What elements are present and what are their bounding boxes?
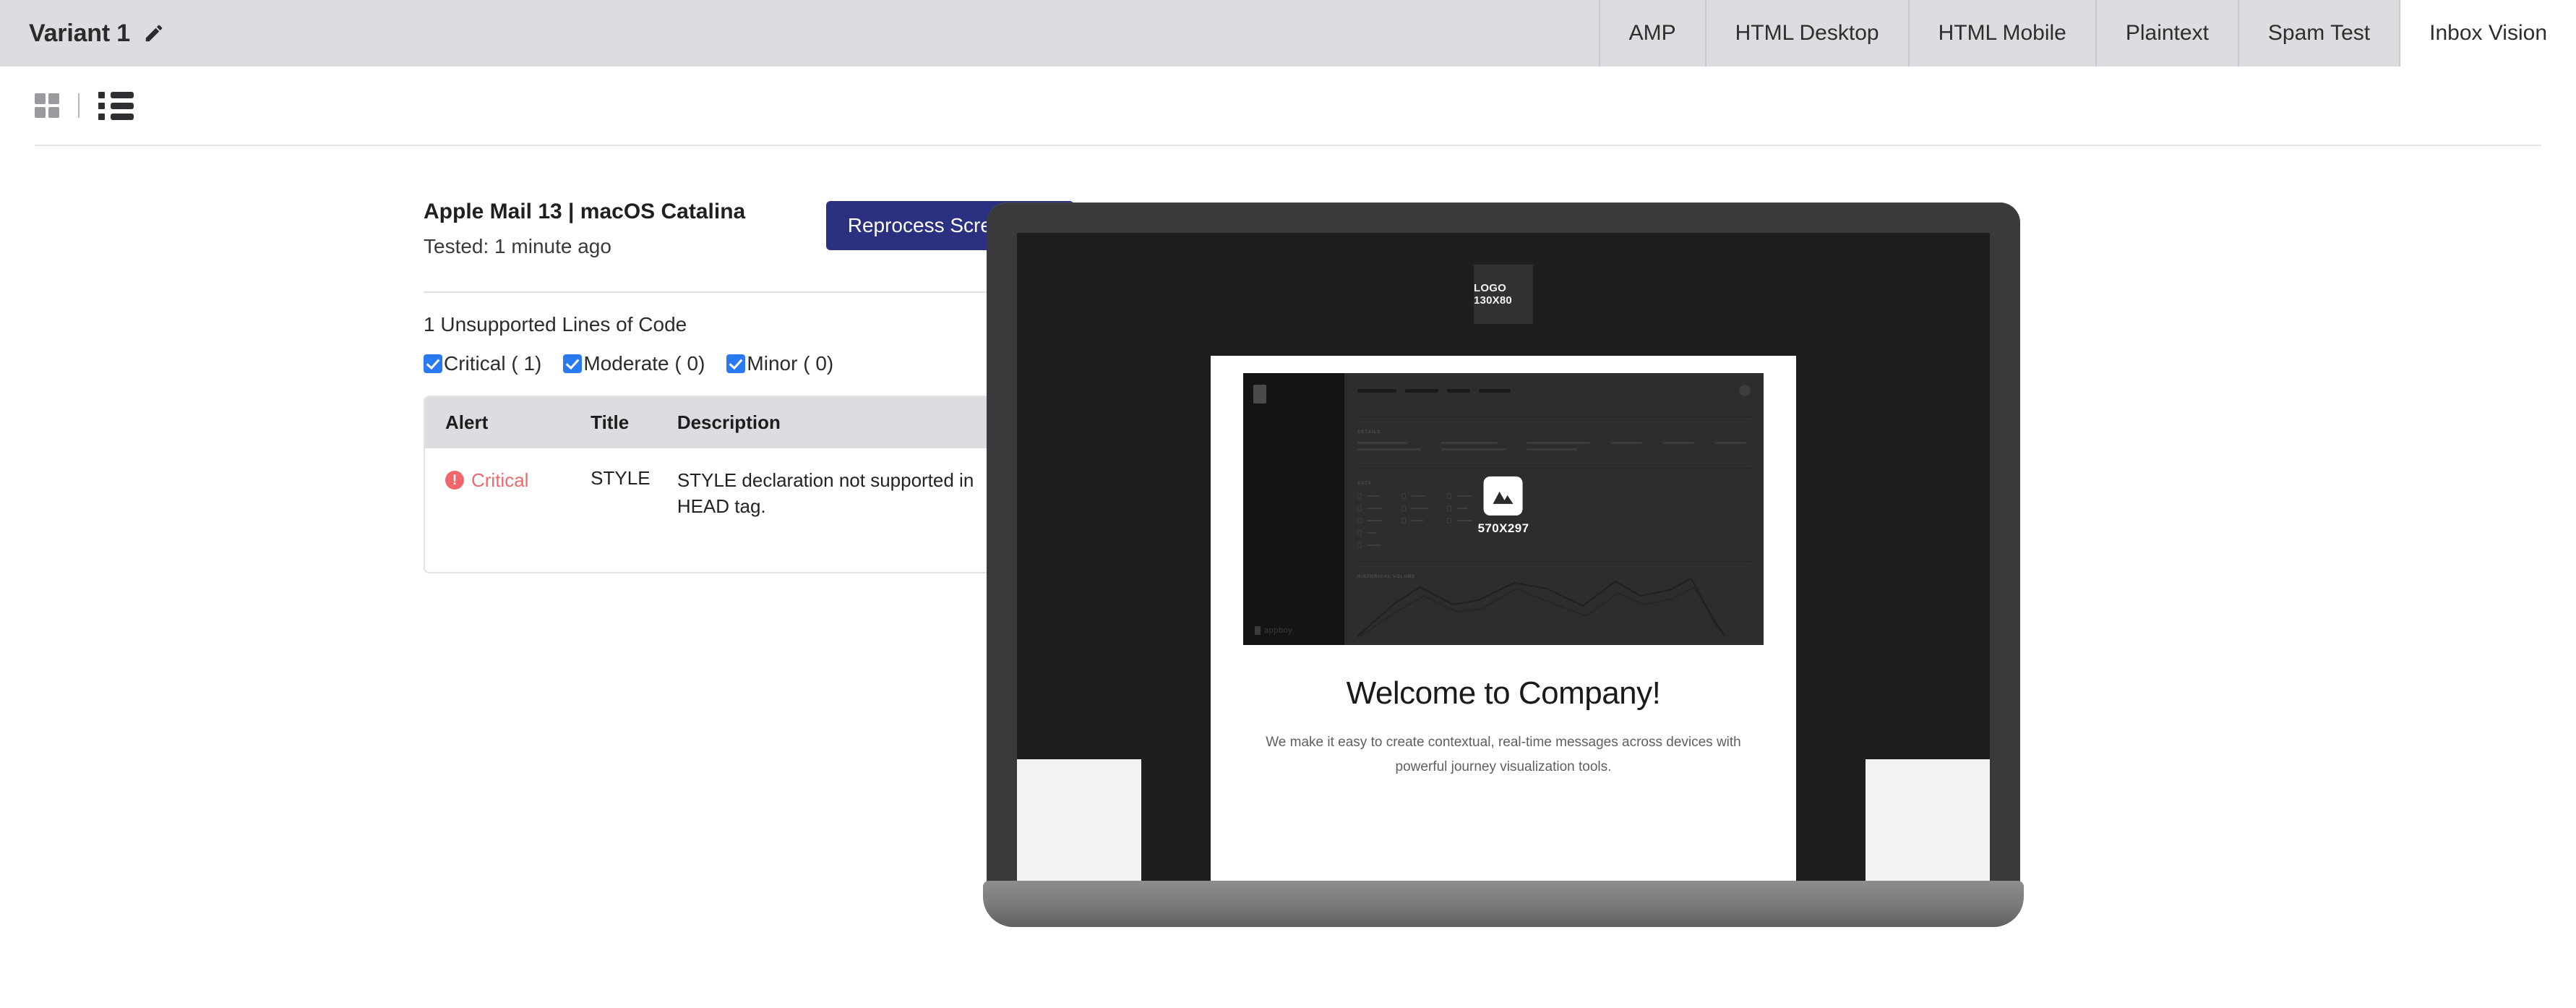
dashboard-sidebar: appboy — [1243, 373, 1344, 645]
critical-checkbox[interactable] — [424, 354, 442, 373]
column-header-alert: Alert — [445, 411, 489, 433]
grid-cell — [35, 107, 46, 118]
details-fields — [1357, 442, 1751, 455]
cell-alert: ! Critical — [425, 448, 591, 573]
column-header-title: Title — [591, 411, 630, 433]
grid-cell — [35, 93, 46, 104]
filter-moderate[interactable]: Moderate ( 0) — [563, 352, 705, 375]
tab-label: Spam Test — [2267, 21, 2371, 45]
tab-inbox-vision[interactable]: Inbox Vision — [2399, 0, 2576, 67]
client-name: Apple Mail 13 | macOS Catalina — [424, 200, 746, 223]
minor-checkbox[interactable] — [726, 354, 746, 373]
column-header-description: Description — [677, 411, 781, 433]
image-placeholder-badge: 570X297 — [1477, 476, 1529, 536]
welcome-heading: Welcome to Company! — [1346, 675, 1661, 711]
tab-html-desktop[interactable]: HTML Desktop — [1704, 0, 1908, 67]
welcome-body-text: We make it easy to create contextual, re… — [1266, 735, 1741, 774]
tab-label: HTML Desktop — [1735, 21, 1879, 45]
severity-label: Critical — [471, 469, 529, 491]
description-text: STYLE declaration not supported in HEAD … — [677, 469, 974, 518]
image-dimensions: 570X297 — [1477, 521, 1529, 535]
filter-label: Critical ( 1) — [444, 351, 542, 375]
cell-title: STYLE — [591, 466, 651, 489]
tab-label: HTML Mobile — [1938, 21, 2066, 45]
toolbar-separator — [78, 93, 80, 118]
laptop-base — [983, 881, 2024, 927]
dashboard-topbar — [1344, 373, 1764, 408]
list-row — [98, 113, 134, 120]
hero-image-placeholder: appboy DETAILS DATA HISTORICAL VOLUME 57… — [1243, 373, 1764, 645]
variant-name-block: Variant 1 — [0, 0, 166, 67]
email-body: appboy DETAILS DATA HISTORICAL VOLUME 57… — [1211, 356, 1796, 882]
dashboard-logo-mark — [1253, 385, 1266, 403]
data-label: DATA — [1357, 482, 1372, 486]
dashboard-brand-mark: appboy — [1255, 626, 1292, 635]
tab-label: Inbox Vision — [2429, 21, 2547, 45]
list-row — [98, 102, 134, 109]
image-placeholder-icon — [1484, 476, 1523, 516]
view-tabs: AMP HTML Desktop HTML Mobile Plaintext S… — [1598, 0, 2576, 67]
variant-title: Variant 1 — [29, 19, 130, 47]
top-tab-bar: Variant 1 AMP HTML Desktop HTML Mobile P… — [0, 0, 2576, 67]
historical-volume-chart — [1357, 577, 1725, 638]
grid-view-icon[interactable] — [35, 93, 59, 118]
laptop-screen[interactable]: LOGO 130X80 appboy DETAILS DATA HISTORIC… — [1017, 233, 1990, 882]
moderate-checkbox[interactable] — [563, 354, 583, 373]
view-toggle-toolbar — [0, 67, 2576, 145]
grid-cell — [48, 107, 59, 118]
status-badge: ! Critical — [445, 469, 528, 492]
client-info: Apple Mail 13 | macOS Catalina Tested: 1… — [424, 200, 745, 258]
details-label: DETAILS — [1357, 430, 1381, 435]
brand-text: appboy — [1264, 626, 1293, 635]
avatar — [1739, 385, 1751, 396]
tab-plaintext[interactable]: Plaintext — [2095, 0, 2238, 67]
main-content: Apple Mail 13 | macOS Catalina Tested: 1… — [0, 146, 2576, 928]
email-welcome-block: Welcome to Company! We make it easy to c… — [1211, 645, 1796, 780]
list-row — [98, 91, 134, 98]
dashboard-data-section: DATA — [1344, 477, 1764, 552]
email-logo-area: LOGO 130X80 — [1017, 233, 1990, 356]
tab-spam-test[interactable]: Spam Test — [2237, 0, 2400, 67]
tab-label: Plaintext — [2125, 21, 2209, 45]
email-preview-pane: LOGO 130X80 appboy DETAILS DATA HISTORIC… — [947, 200, 2576, 928]
filter-label: Minor ( 0) — [747, 351, 834, 375]
logo-placeholder: LOGO 130X80 — [1474, 265, 1533, 324]
tested-timestamp: Tested: 1 minute ago — [424, 234, 611, 257]
filter-critical[interactable]: Critical ( 1) — [424, 352, 541, 375]
list-view-icon[interactable] — [98, 91, 134, 120]
filter-minor[interactable]: Minor ( 0) — [726, 352, 833, 375]
laptop-lid: LOGO 130X80 appboy DETAILS DATA HISTORIC… — [987, 202, 2020, 882]
dashboard-details-section: DETAILS — [1344, 426, 1764, 459]
tab-html-mobile[interactable]: HTML Mobile — [1907, 0, 2095, 67]
data-checklist — [1357, 493, 1751, 548]
tab-label: AMP — [1628, 21, 1676, 45]
filter-label: Moderate ( 0) — [583, 351, 705, 375]
exclamation-circle-icon: ! — [445, 471, 464, 490]
pencil-icon[interactable] — [142, 21, 166, 46]
tab-amp[interactable]: AMP — [1598, 0, 1705, 67]
grid-cell — [48, 93, 59, 104]
email-gutter-left — [1017, 759, 1141, 882]
results-pane: Apple Mail 13 | macOS Catalina Tested: 1… — [0, 200, 1074, 928]
cell-description: STYLE declaration not supported in HEAD … — [677, 448, 979, 573]
email-gutter-right — [1866, 759, 1990, 882]
laptop-mockup: LOGO 130X80 appboy DETAILS DATA HISTORIC… — [983, 202, 2024, 928]
